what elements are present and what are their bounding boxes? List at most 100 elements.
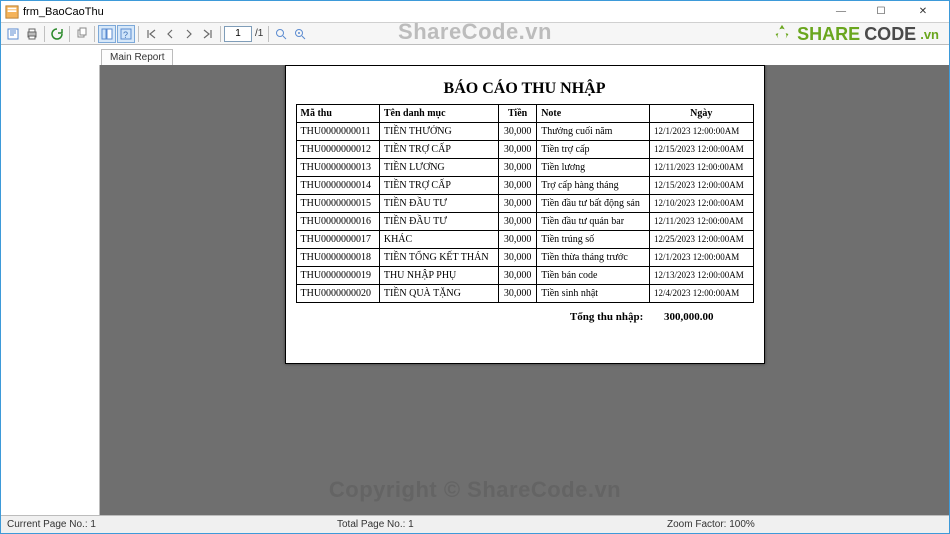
report-viewer[interactable]: BÁO CÁO THU NHẬP Mã thu Tên danh mục Tiề…: [100, 65, 949, 515]
window-minimize-button[interactable]: —: [821, 1, 861, 22]
cell-id: THU0000000017: [296, 231, 379, 249]
total-row: Tổng thu nhập: 300,000.00: [296, 303, 754, 323]
cell-id: THU0000000019: [296, 267, 379, 285]
cell-id: THU0000000011: [296, 123, 379, 141]
cell-cat: THU NHẬP PHỤ: [379, 267, 498, 285]
cell-date: 12/15/2023 12:00:00AM: [650, 141, 754, 159]
total-label: Tổng thu nhập:: [570, 311, 643, 323]
page-number-input[interactable]: [224, 26, 252, 42]
cell-cat: TIỀN TỔNG KẾT THÁN: [379, 249, 498, 267]
table-row: THU0000000019THU NHẬP PHỤ30,000Tiền bán …: [296, 267, 753, 285]
export-button[interactable]: [4, 25, 22, 43]
table-row: THU0000000012TIỀN TRỢ CẤP30,000Tiền trợ …: [296, 141, 753, 159]
cell-note: Tiền đầu tư quán bar: [537, 213, 650, 231]
cell-cat: TIỀN QUÀ TẶNG: [379, 285, 498, 303]
cell-id: THU0000000014: [296, 177, 379, 195]
report-page: BÁO CÁO THU NHẬP Mã thu Tên danh mục Tiề…: [285, 65, 765, 364]
cell-amt: 30,000: [498, 249, 536, 267]
prev-page-button[interactable]: [161, 25, 179, 43]
cell-note: Tiền sinh nhật: [537, 285, 650, 303]
cell-cat: KHÁC: [379, 231, 498, 249]
table-row: THU0000000018TIỀN TỔNG KẾT THÁN30,000Tiề…: [296, 249, 753, 267]
window-close-button[interactable]: ✕: [901, 1, 945, 22]
cell-note: Tiền thừa tháng trước: [537, 249, 650, 267]
cell-note: Tiền lương: [537, 159, 650, 177]
col-id: Mã thu: [296, 105, 379, 123]
table-row: THU0000000015TIỀN ĐẦU TƯ30,000Tiền đầu t…: [296, 195, 753, 213]
table-row: THU0000000011TIỀN THƯỞNG30,000Thưởng cuố…: [296, 123, 753, 141]
cell-amt: 30,000: [498, 285, 536, 303]
group-tree-panel[interactable]: [1, 65, 100, 515]
status-total-page: Total Page No.: 1: [331, 519, 420, 530]
cell-amt: 30,000: [498, 195, 536, 213]
cell-cat: TIỀN LƯƠNG: [379, 159, 498, 177]
cell-date: 12/11/2023 12:00:00AM: [650, 159, 754, 177]
cell-amt: 30,000: [498, 267, 536, 285]
zoom-button[interactable]: [291, 25, 309, 43]
cell-amt: 30,000: [498, 141, 536, 159]
cell-date: 12/11/2023 12:00:00AM: [650, 213, 754, 231]
cell-id: THU0000000020: [296, 285, 379, 303]
cell-note: Trợ cấp hàng tháng: [537, 177, 650, 195]
income-table: Mã thu Tên danh mục Tiền Note Ngày THU00…: [296, 104, 754, 303]
table-row: THU0000000017KHÁC30,000Tiền trúng số12/2…: [296, 231, 753, 249]
col-date: Ngày: [650, 105, 754, 123]
report-toolbar: ? /1: [1, 23, 949, 45]
report-title: BÁO CÁO THU NHẬP: [296, 76, 754, 104]
toggle-parameter-panel-button[interactable]: ?: [117, 25, 135, 43]
status-zoom: Zoom Factor: 100%: [661, 519, 761, 530]
cell-amt: 30,000: [498, 213, 536, 231]
table-row: THU0000000020TIỀN QUÀ TẶNG30,000Tiền sin…: [296, 285, 753, 303]
cell-date: 12/13/2023 12:00:00AM: [650, 267, 754, 285]
copy-button[interactable]: [73, 25, 91, 43]
cell-cat: TIỀN ĐẦU TƯ: [379, 213, 498, 231]
cell-amt: 30,000: [498, 123, 536, 141]
status-current-page: Current Page No.: 1: [1, 519, 102, 530]
main-area: BÁO CÁO THU NHẬP Mã thu Tên danh mục Tiề…: [1, 65, 949, 515]
cell-date: 12/4/2023 12:00:00AM: [650, 285, 754, 303]
cell-amt: 30,000: [498, 231, 536, 249]
cell-cat: TIỀN THƯỞNG: [379, 123, 498, 141]
col-amt: Tiền: [498, 105, 536, 123]
first-page-button[interactable]: [142, 25, 160, 43]
cell-cat: TIỀN TRỢ CẤP: [379, 141, 498, 159]
cell-cat: TIỀN TRỢ CẤP: [379, 177, 498, 195]
cell-id: THU0000000018: [296, 249, 379, 267]
svg-text:?: ?: [123, 30, 128, 40]
cell-note: Tiền bán code: [537, 267, 650, 285]
col-cat: Tên danh mục: [379, 105, 498, 123]
refresh-button[interactable]: [48, 25, 66, 43]
cell-note: Tiền trúng số: [537, 231, 650, 249]
cell-note: Tiền trợ cấp: [537, 141, 650, 159]
table-row: THU0000000016TIỀN ĐẦU TƯ30,000Tiền đầu t…: [296, 213, 753, 231]
window-titlebar: frm_BaoCaoThu — ☐ ✕: [1, 1, 949, 23]
cell-id: THU0000000013: [296, 159, 379, 177]
cell-amt: 30,000: [498, 159, 536, 177]
window-maximize-button[interactable]: ☐: [861, 1, 901, 22]
cell-id: THU0000000015: [296, 195, 379, 213]
app-icon: [5, 5, 19, 19]
cell-cat: TIỀN ĐẦU TƯ: [379, 195, 498, 213]
tab-main-report[interactable]: Main Report: [101, 49, 173, 65]
tab-strip: Main Report: [1, 45, 949, 65]
toggle-group-tree-button[interactable]: [98, 25, 116, 43]
cell-date: 12/1/2023 12:00:00AM: [650, 249, 754, 267]
cell-note: Tiền đầu tư bất động sản: [537, 195, 650, 213]
status-bar: Current Page No.: 1 Total Page No.: 1 Zo…: [1, 515, 949, 533]
table-row: THU0000000014TIỀN TRỢ CẤP30,000Trợ cấp h…: [296, 177, 753, 195]
cell-date: 12/1/2023 12:00:00AM: [650, 123, 754, 141]
find-button[interactable]: [272, 25, 290, 43]
total-value: 300,000.00: [664, 311, 714, 323]
table-row: THU0000000013TIỀN LƯƠNG30,000Tiền lương1…: [296, 159, 753, 177]
cell-id: THU0000000012: [296, 141, 379, 159]
col-note: Note: [537, 105, 650, 123]
page-total-text: /1: [253, 28, 265, 39]
cell-id: THU0000000016: [296, 213, 379, 231]
cell-date: 12/15/2023 12:00:00AM: [650, 177, 754, 195]
next-page-button[interactable]: [180, 25, 198, 43]
last-page-button[interactable]: [199, 25, 217, 43]
cell-date: 12/25/2023 12:00:00AM: [650, 231, 754, 249]
cell-note: Thưởng cuối năm: [537, 123, 650, 141]
cell-amt: 30,000: [498, 177, 536, 195]
print-button[interactable]: [23, 25, 41, 43]
